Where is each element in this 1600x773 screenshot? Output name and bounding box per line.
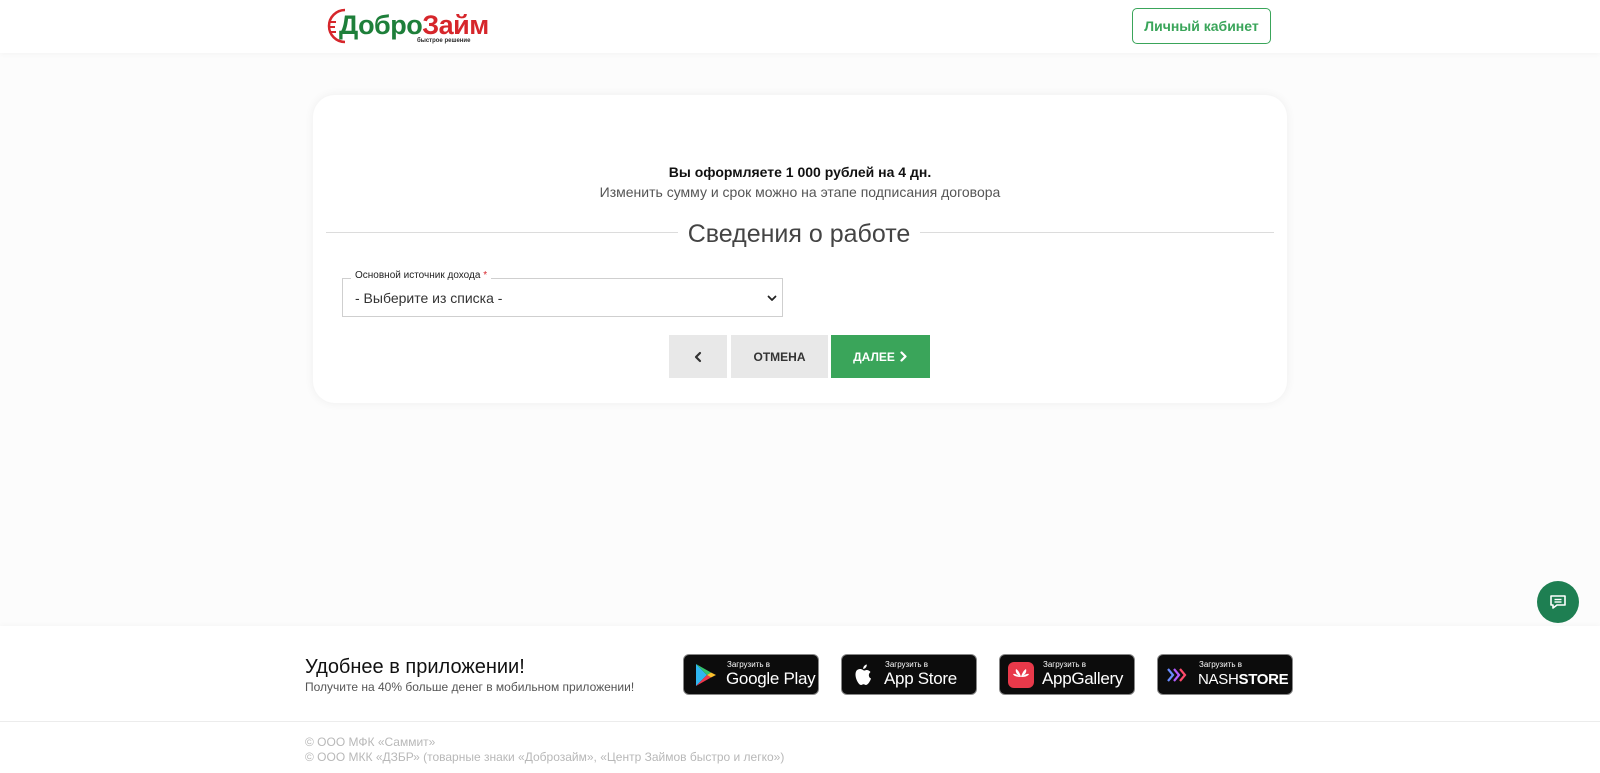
income-source-label-text: Основной источник дохода (355, 270, 481, 281)
google-play-big-text: Google Play (726, 669, 816, 688)
logo-wordmark: ДоброЗайм (339, 10, 489, 40)
copyright-line-1: © ООО МФК «Саммит» (305, 735, 436, 749)
copyright-line-2: © ООО МКК «ДЗБР» (товарные знаки «Доброз… (305, 750, 785, 764)
site-footer: Удобнее в приложении! Получите на 40% бо… (0, 626, 1600, 773)
offer-note: Изменить сумму и срок можно на этапе под… (599, 184, 1001, 200)
app-gallery-badge[interactable]: Загрузить в AppGallery (999, 654, 1135, 695)
site-header: ДоброЗайм быстрое решение Личный кабинет (0, 0, 1600, 53)
dobrozaym-logo[interactable]: ДоброЗайм быстрое решение (327, 6, 489, 46)
back-button[interactable] (669, 335, 727, 378)
income-source-label: Основной источник дохода * (351, 270, 492, 281)
app-gallery-small-text: Загрузить в (1043, 660, 1086, 669)
logo-tagline: быстрое решение (417, 38, 471, 44)
app-store-badge[interactable]: Загрузить в App Store (841, 654, 977, 695)
chevron-left-icon (694, 351, 702, 362)
chevron-down-icon (767, 295, 777, 301)
section-divider-left (326, 232, 678, 233)
income-source-value: - Выберите из списка - (355, 290, 503, 306)
income-source-select[interactable]: Основной источник дохода * - Выберите из… (342, 270, 783, 317)
apple-icon (855, 664, 871, 685)
chat-button[interactable] (1537, 581, 1579, 623)
required-mark: * (483, 270, 488, 281)
section-divider-right (920, 232, 1274, 233)
chat-icon (1550, 595, 1566, 609)
personal-cabinet-button[interactable]: Личный кабинет (1132, 8, 1271, 44)
logo-part-dobro: Добро (339, 10, 423, 40)
nash-store-small-text: Загрузить в (1199, 660, 1242, 669)
next-button[interactable]: ДАЛЕЕ (831, 335, 930, 378)
next-button-label: ДАЛЕЕ (853, 349, 895, 364)
application-form-card: Вы оформляете 1 000 рублей на 4 дн. Изме… (313, 95, 1287, 403)
cancel-button[interactable]: ОТМЕНА (731, 335, 828, 378)
app-store-big-text: App Store (884, 669, 957, 688)
nash-store-badge[interactable]: Загрузить в NASHSTORE (1157, 654, 1293, 695)
app-store-small-text: Загрузить в (885, 660, 928, 669)
google-play-small-text: Загрузить в (727, 660, 770, 669)
logo-part-zaym: Займ (422, 10, 489, 40)
nash-store-bold: STORE (1238, 671, 1289, 688)
chevron-right-icon (900, 351, 907, 362)
app-gallery-big-text: AppGallery (1042, 669, 1124, 688)
huawei-icon (1008, 662, 1034, 688)
app-promo-title: Удобнее в приложении! (305, 656, 525, 678)
offer-summary: Вы оформляете 1 000 рублей на 4 дн. (668, 164, 932, 180)
nash-store-icon (1167, 668, 1187, 682)
nash-store-big-text: NASHSTORE (1198, 671, 1289, 688)
app-promo-subtitle: Получите на 40% больше денег в мобильном… (305, 680, 635, 694)
footer-divider (0, 721, 1600, 722)
google-play-badge[interactable]: Загрузить в Google Play (683, 654, 819, 695)
google-play-icon (696, 664, 716, 686)
nash-store-light: NASH (1198, 671, 1239, 688)
section-title: Сведения о работе (687, 220, 911, 248)
